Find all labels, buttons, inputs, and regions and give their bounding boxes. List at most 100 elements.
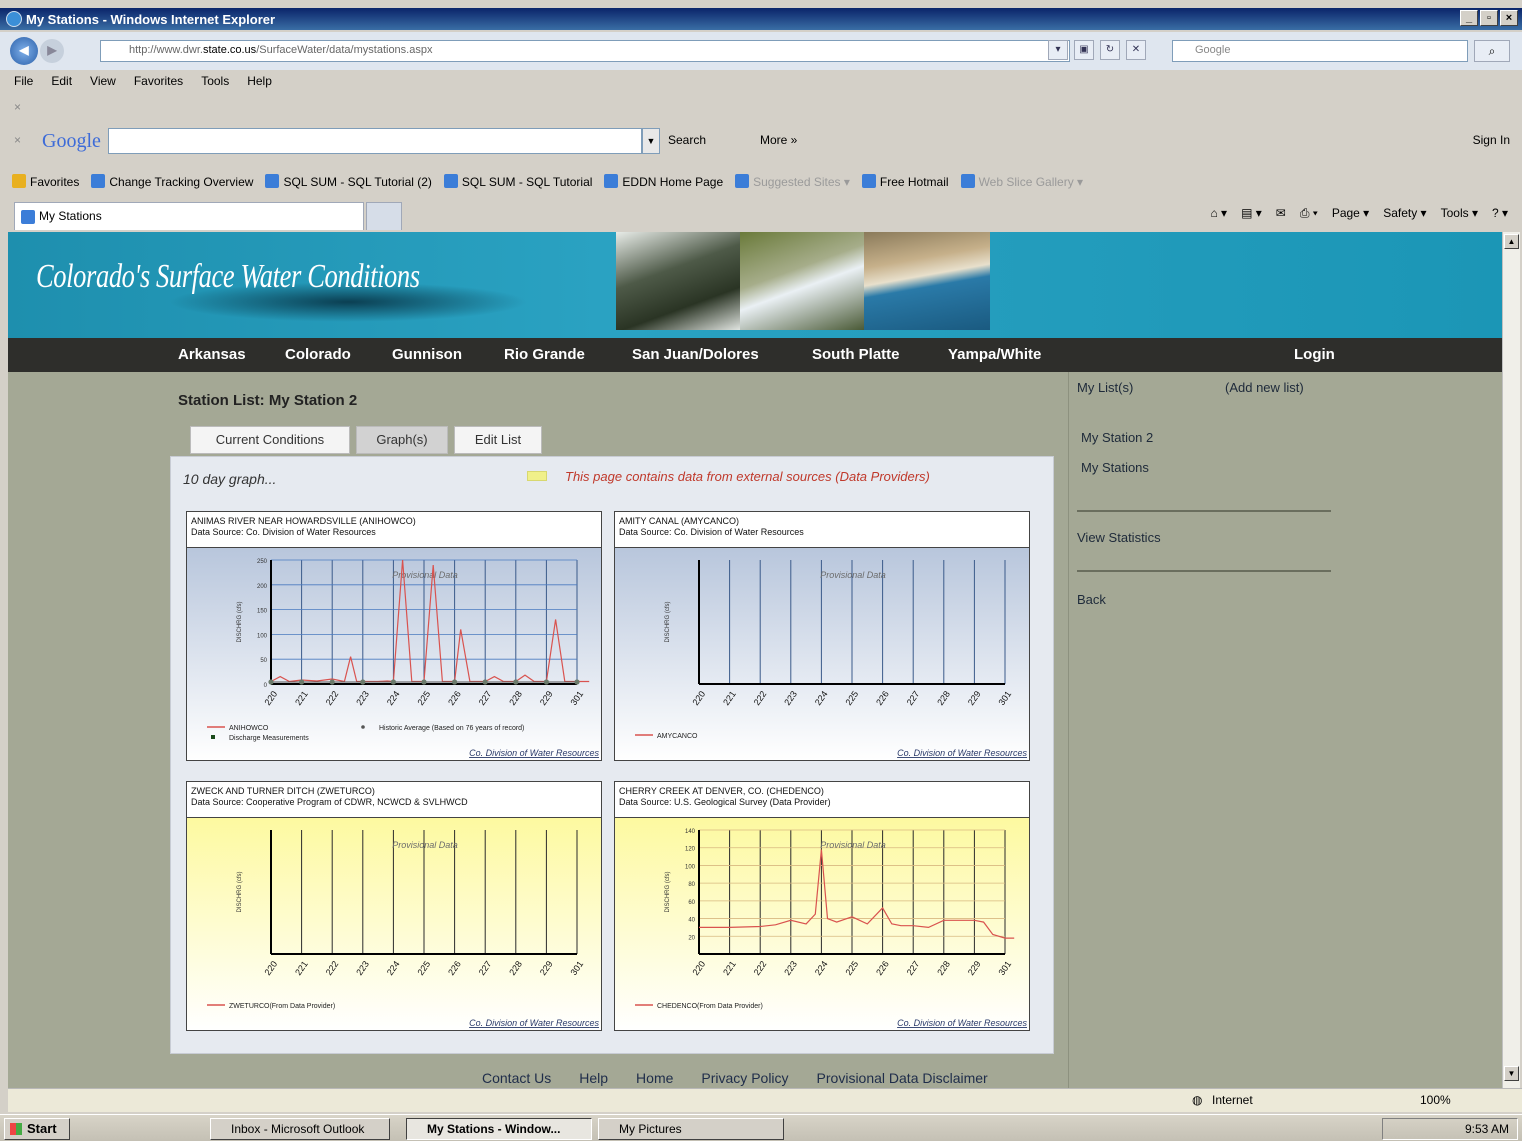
start-button[interactable]: Start [4, 1118, 70, 1140]
taskbar-my-pictures[interactable]: My Pictures [598, 1118, 784, 1140]
nav-rio-grande[interactable]: Rio Grande [504, 346, 585, 363]
data-point [513, 679, 519, 685]
dropdown-icon[interactable]: ▾ [1048, 40, 1068, 60]
stop-icon[interactable]: ✕ [1126, 40, 1146, 60]
page-icon [265, 173, 280, 188]
footer-contact-us[interactable]: Contact Us [482, 1070, 551, 1086]
safety-menu[interactable]: Safety ▾ [1383, 206, 1426, 221]
tab-my-stations[interactable]: My Stations [14, 202, 364, 230]
nav-gunnison[interactable]: Gunnison [392, 346, 462, 363]
zoom-level[interactable]: 100% [1420, 1093, 1451, 1107]
favorite-label: Web Slice Gallery ▾ [978, 174, 1084, 189]
toolbar-close-icon[interactable]: × [14, 133, 21, 147]
maximize-button[interactable]: ▫ [1480, 10, 1498, 26]
taskbar-my-stations[interactable]: My Stations - Window... [406, 1118, 592, 1140]
tab-current-conditions[interactable]: Current Conditions [190, 426, 350, 454]
favorite-item[interactable]: Suggested Sites ▾ [735, 173, 850, 189]
feeds-icon[interactable]: ▤ ▾ [1241, 206, 1262, 221]
forward-arrow-icon[interactable]: ▶ [40, 39, 64, 63]
favorite-item[interactable]: Change Tracking Overview [91, 173, 253, 189]
data-point [421, 679, 427, 685]
clock: 9:53 AM [1464, 1122, 1509, 1136]
help-icon[interactable]: ? ▾ [1492, 206, 1508, 221]
legend-marker [361, 725, 365, 729]
y-tick-label: 20 [688, 935, 695, 941]
minimize-button[interactable]: _ [1460, 10, 1478, 26]
toolbar-close-icon[interactable]: × [14, 100, 21, 114]
footer-links: Contact Us Help Home Privacy Policy Prov… [482, 1070, 988, 1086]
menu-tools[interactable]: Tools [201, 74, 229, 88]
page-menu[interactable]: Page ▾ [1332, 206, 1369, 221]
y-tick-label: 120 [685, 847, 696, 853]
favorites-button[interactable]: Favorites [12, 173, 79, 189]
favorite-item[interactable]: Web Slice Gallery ▾ [960, 173, 1084, 189]
scroll-down-icon[interactable]: ▼ [1504, 1066, 1519, 1081]
view-statistics-link[interactable]: View Statistics [1077, 530, 1161, 545]
tab-graphs[interactable]: Graph(s) [356, 426, 448, 454]
new-tab-button[interactable] [366, 202, 402, 230]
mail-icon[interactable]: ✉ [1276, 206, 1286, 221]
chart-source: Data Source: Cooperative Program of CDWR… [191, 797, 468, 807]
add-new-list-link[interactable]: (Add new list) [1225, 380, 1304, 395]
list-link-my-stations[interactable]: My Stations [1081, 460, 1149, 475]
vertical-scrollbar[interactable]: ▲ ▼ [1502, 232, 1520, 1088]
nav-san-juan-dolores[interactable]: San Juan/Dolores [632, 346, 759, 363]
favorite-item[interactable]: SQL SUM - SQL Tutorial [443, 173, 593, 189]
search-input[interactable]: Google [1172, 40, 1468, 62]
legend-label: ANIHOWCO [229, 725, 269, 732]
tools-menu[interactable]: Tools ▾ [1441, 206, 1478, 221]
compatibility-icon[interactable]: ▣ [1074, 40, 1094, 60]
chevron-down-icon[interactable]: ▼ [642, 128, 660, 154]
panel-subheading: 10 day graph... [183, 471, 277, 487]
footer-privacy-policy[interactable]: Privacy Policy [701, 1070, 788, 1086]
menu-favorites[interactable]: Favorites [134, 74, 183, 88]
chart-svg: 220 221 222 223 224 225 226 227 228 229 301DISCHRG… [615, 548, 1029, 760]
taskbar-outlook[interactable]: Inbox - Microsoft Outlook [210, 1118, 390, 1140]
menu-help[interactable]: Help [247, 74, 272, 88]
footer-home[interactable]: Home [636, 1070, 673, 1086]
home-icon[interactable]: ⌂ ▾ [1210, 206, 1227, 221]
address-bar[interactable]: http://www.dwr.state.co.us/SurfaceWater/… [100, 40, 1070, 62]
close-button[interactable]: × [1500, 10, 1518, 26]
refresh-icon[interactable]: ↻ [1100, 40, 1120, 60]
nav-colorado[interactable]: Colorado [285, 346, 351, 363]
menu-view[interactable]: View [90, 74, 116, 88]
nav-arkansas[interactable]: Arkansas [178, 346, 246, 363]
menu-edit[interactable]: Edit [51, 74, 72, 88]
list-link-my-station-2[interactable]: My Station 2 [1081, 430, 1153, 445]
favorite-label: SQL SUM - SQL Tutorial [461, 174, 593, 189]
chart-credit: Co. Division of Water Resources [897, 1018, 1027, 1028]
footer-help[interactable]: Help [579, 1070, 608, 1086]
ie-icon [6, 11, 22, 27]
nav-south-platte[interactable]: South Platte [812, 346, 900, 363]
chart-credit: Co. Division of Water Resources [469, 1018, 599, 1028]
provisional-watermark: Provisional Data [820, 840, 886, 850]
favorite-label: Suggested Sites ▾ [753, 174, 850, 189]
my-lists-heading: My List(s) [1077, 380, 1134, 395]
page-icon [735, 173, 750, 188]
footer-provisional-disclaimer[interactable]: Provisional Data Disclaimer [817, 1070, 988, 1086]
favorite-label: Free Hotmail [879, 174, 949, 189]
favorite-item[interactable]: SQL SUM - SQL Tutorial (2) [265, 173, 432, 189]
y-axis-label: DISCHRG (cfs) [237, 602, 243, 643]
nav-yampa-white[interactable]: Yampa/White [948, 346, 1041, 363]
tab-edit-list[interactable]: Edit List [454, 426, 542, 454]
favorite-item[interactable]: EDDN Home Page [604, 173, 723, 189]
google-search-input[interactable] [108, 128, 642, 154]
google-logo: Google [42, 130, 101, 152]
search-icon[interactable]: ⌕ [1474, 40, 1510, 62]
login-link[interactable]: Login [1294, 346, 1335, 363]
favorite-item[interactable]: Free Hotmail [861, 173, 949, 189]
menu-file[interactable]: File [14, 74, 33, 88]
y-tick-label: 150 [257, 609, 268, 615]
y-tick-label: 140 [685, 829, 696, 835]
back-link[interactable]: Back [1077, 592, 1106, 607]
google-search-button[interactable]: Search [668, 133, 706, 147]
back-arrow-icon[interactable]: ◀ [10, 37, 38, 65]
sign-in-link[interactable]: Sign In [1473, 133, 1510, 147]
scroll-up-icon[interactable]: ▲ [1504, 234, 1519, 249]
print-icon[interactable]: ⎙ ▾ [1300, 206, 1318, 221]
window-titlebar: My Stations - Windows Internet Explorer … [0, 8, 1522, 30]
chart-credit: Co. Division of Water Resources [897, 748, 1027, 758]
google-more-button[interactable]: More » [760, 133, 797, 147]
